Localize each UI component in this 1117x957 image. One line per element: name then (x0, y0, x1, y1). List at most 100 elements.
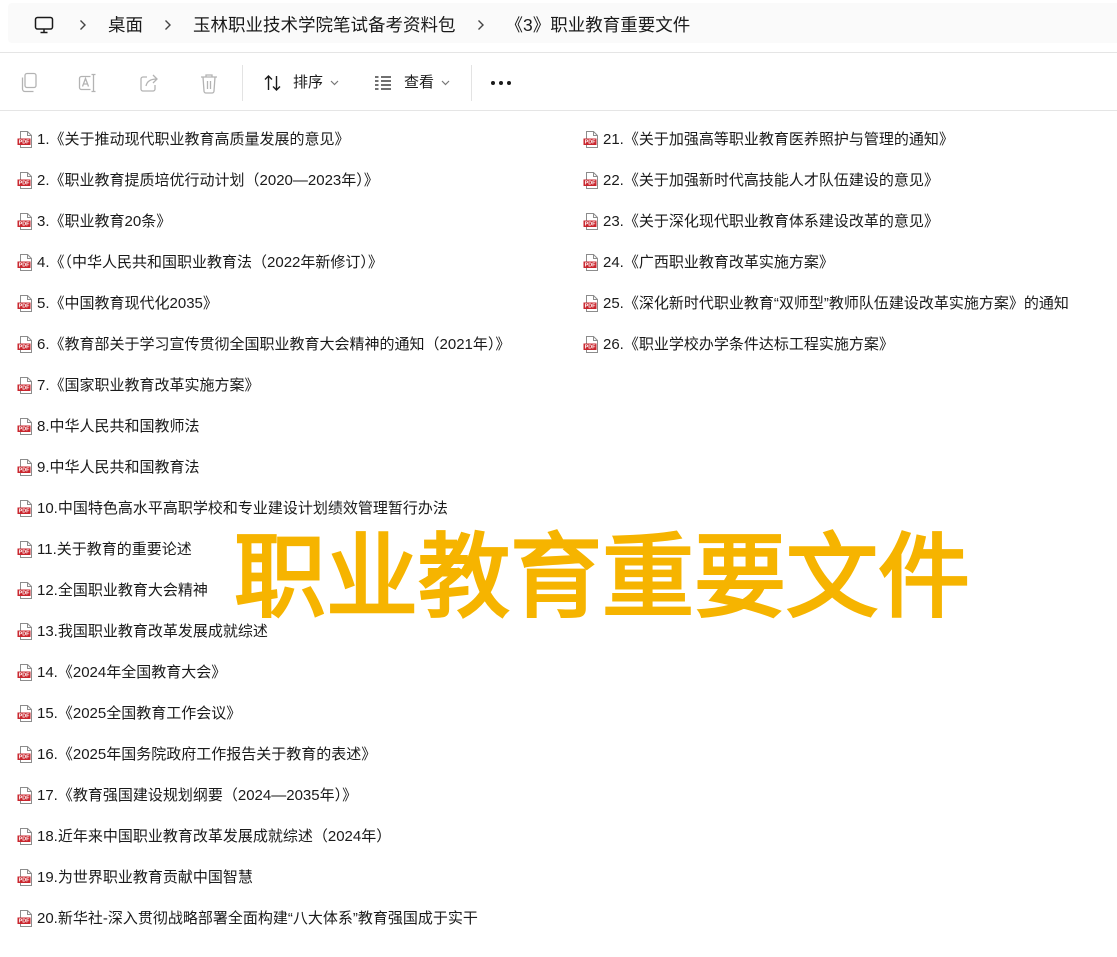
file-name: 1.《关于推动现代职业教育高质量发展的意见》 (37, 130, 350, 148)
pdf-icon-label: PDF (19, 222, 30, 228)
pdf-icon-label: PDF (19, 878, 30, 884)
chevron-right-icon[interactable] (79, 14, 87, 36)
computer-icon[interactable] (34, 14, 54, 36)
pdf-icon-label: PDF (19, 837, 30, 843)
rename-button[interactable] (69, 65, 107, 101)
file-item[interactable]: PDF 25.《深化新时代职业教育“双师型”教师队伍建设改革实施方案》的通知 (583, 283, 1115, 324)
breadcrumb-item-desktop[interactable]: 桌面 (108, 14, 143, 36)
file-item[interactable]: PDF 14.《2024年全国教育大会》 (17, 652, 573, 693)
pdf-file-icon: PDF (17, 828, 34, 845)
pdf-file-icon: PDF (583, 172, 600, 189)
chevron-down-icon (330, 80, 339, 86)
file-name: 11.关于教育的重要论述 (37, 540, 192, 558)
file-name: 16.《2025年国务院政府工作报告关于教育的表述》 (37, 745, 377, 763)
file-item[interactable]: PDF 3.《职业教育20条》 (17, 201, 573, 242)
file-item[interactable]: PDF 6.《教育部关于学习宣传贯彻全国职业教育大会精神的通知（2021年）》 (17, 324, 573, 365)
file-name: 10.中国特色高水平高职学校和专业建设计划绩效管理暂行办法 (37, 499, 448, 517)
pdf-icon-label: PDF (585, 140, 596, 146)
view-label: 查看 (404, 74, 435, 91)
more-options-button[interactable] (482, 65, 520, 101)
file-name: 15.《2025全国教育工作会议》 (37, 704, 242, 722)
breadcrumb-item-current-folder[interactable]: 《3》职业教育重要文件 (506, 14, 691, 36)
pdf-icon-label: PDF (19, 468, 30, 474)
pdf-icon-label: PDF (19, 345, 30, 351)
file-item[interactable]: PDF 20.新华社-深入贯彻战略部署全面构建“八大体系”教育强国成于实干 (17, 898, 573, 939)
pdf-icon-label: PDF (19, 550, 30, 556)
file-name: 22.《关于加强新时代高技能人才队伍建设的意见》 (603, 171, 939, 189)
file-item[interactable]: PDF 1.《关于推动现代职业教育高质量发展的意见》 (17, 119, 573, 160)
pdf-file-icon: PDF (583, 213, 600, 230)
pdf-icon-label: PDF (585, 222, 596, 228)
chevron-right-icon[interactable] (164, 14, 172, 36)
pdf-icon-label: PDF (19, 591, 30, 597)
pdf-file-icon: PDF (17, 295, 34, 312)
pdf-file-icon: PDF (17, 500, 34, 517)
file-item[interactable]: PDF 15.《2025全国教育工作会议》 (17, 693, 573, 734)
copy-button[interactable] (10, 65, 48, 101)
file-item[interactable]: PDF 17.《教育强国建设规划纲要（2024—2035年）》 (17, 775, 573, 816)
pdf-file-icon: PDF (17, 418, 34, 435)
file-name: 14.《2024年全国教育大会》 (37, 663, 227, 681)
file-name: 7.《国家职业教育改革实施方案》 (37, 376, 260, 394)
sort-label: 排序 (293, 74, 324, 91)
file-item[interactable]: PDF 9.中华人民共和国教育法 (17, 447, 573, 488)
chevron-right-icon[interactable] (477, 14, 485, 36)
file-name: 20.新华社-深入贯彻战略部署全面构建“八大体系”教育强国成于实干 (37, 909, 478, 927)
file-item[interactable]: PDF 7.《国家职业教育改革实施方案》 (17, 365, 573, 406)
file-name: 6.《教育部关于学习宣传贯彻全国职业教育大会精神的通知（2021年）》 (37, 335, 511, 353)
pdf-file-icon: PDF (17, 582, 34, 599)
pdf-file-icon: PDF (17, 213, 34, 230)
chevron-down-icon (441, 80, 450, 86)
pdf-icon-label: PDF (19, 427, 30, 433)
pdf-icon-label: PDF (19, 509, 30, 515)
pdf-file-icon: PDF (583, 336, 600, 353)
file-item[interactable]: PDF 26.《职业学校办学条件达标工程实施方案》 (583, 324, 1115, 365)
pdf-file-icon: PDF (583, 254, 600, 271)
file-item[interactable]: PDF 16.《2025年国务院政府工作报告关于教育的表述》 (17, 734, 573, 775)
file-item[interactable]: PDF 23.《关于深化现代职业教育体系建设改革的意见》 (583, 201, 1115, 242)
pdf-file-icon: PDF (17, 910, 34, 927)
breadcrumb-item-package-folder[interactable]: 玉林职业技术学院笔试备考资料包 (193, 14, 456, 36)
pdf-file-icon: PDF (17, 869, 34, 886)
file-item[interactable]: PDF 22.《关于加强新时代高技能人才队伍建设的意见》 (583, 160, 1115, 201)
pdf-icon-label: PDF (585, 181, 596, 187)
file-list-column-right: PDF 21.《关于加强高等职业教育医养照护与管理的通知》 PDF 22.《关于加强新… (583, 119, 1115, 365)
file-item[interactable]: PDF 24.《广西职业教育改革实施方案》 (583, 242, 1115, 283)
sort-button[interactable]: 排序 (256, 65, 347, 101)
view-button[interactable]: 查看 (366, 65, 458, 101)
command-toolbar: 排序 查看 (0, 53, 1117, 111)
pdf-file-icon: PDF (17, 664, 34, 681)
pdf-file-icon: PDF (583, 131, 600, 148)
file-item[interactable]: PDF 10.中国特色高水平高职学校和专业建设计划绩效管理暂行办法 (17, 488, 573, 529)
file-item[interactable]: PDF 4.《（中华人民共和国职业教育法（2022年新修订）》 (17, 242, 573, 283)
more-icon (491, 81, 511, 85)
toolbar-divider (471, 65, 472, 101)
share-button[interactable] (130, 65, 168, 101)
rename-icon (78, 73, 96, 93)
file-item[interactable]: PDF 19.为世界职业教育贡献中国智慧 (17, 857, 573, 898)
breadcrumb-box[interactable]: 桌面 玉林职业技术学院笔试备考资料包 《3》职业教育重要文件 (8, 3, 1117, 43)
delete-icon (201, 74, 217, 94)
file-item[interactable]: PDF 8.中华人民共和国教师法 (17, 406, 573, 447)
file-item[interactable]: PDF 2.《职业教育提质培优行动计划（2020—2023年）》 (17, 160, 573, 201)
file-name: 12.全国职业教育大会精神 (37, 581, 208, 599)
file-item[interactable]: PDF 18.近年来中国职业教育改革发展成就综述（2024年） (17, 816, 573, 857)
pdf-icon-label: PDF (585, 345, 596, 351)
address-bar: 桌面 玉林职业技术学院笔试备考资料包 《3》职业教育重要文件 (0, 0, 1117, 53)
file-name: 19.为世界职业教育贡献中国智慧 (37, 868, 253, 886)
file-name: 17.《教育强国建设规划纲要（2024—2035年）》 (37, 786, 358, 804)
file-item[interactable]: PDF 5.《中国教育现代化2035》 (17, 283, 573, 324)
pdf-icon-label: PDF (19, 632, 30, 638)
breadcrumb: 桌面 玉林职业技术学院笔试备考资料包 《3》职业教育重要文件 (34, 14, 690, 36)
share-icon (140, 74, 158, 92)
pdf-file-icon: PDF (17, 459, 34, 476)
pdf-icon-label: PDF (19, 755, 30, 761)
file-name: 4.《（中华人民共和国职业教育法（2022年新修订）》 (37, 253, 383, 271)
file-name: 9.中华人民共和国教育法 (37, 458, 200, 476)
pdf-icon-label: PDF (19, 263, 30, 269)
file-item[interactable]: PDF 21.《关于加强高等职业教育医养照护与管理的通知》 (583, 119, 1115, 160)
delete-button[interactable] (190, 65, 228, 101)
pdf-file-icon: PDF (17, 377, 34, 394)
copy-icon (21, 72, 37, 93)
pdf-file-icon: PDF (17, 336, 34, 353)
